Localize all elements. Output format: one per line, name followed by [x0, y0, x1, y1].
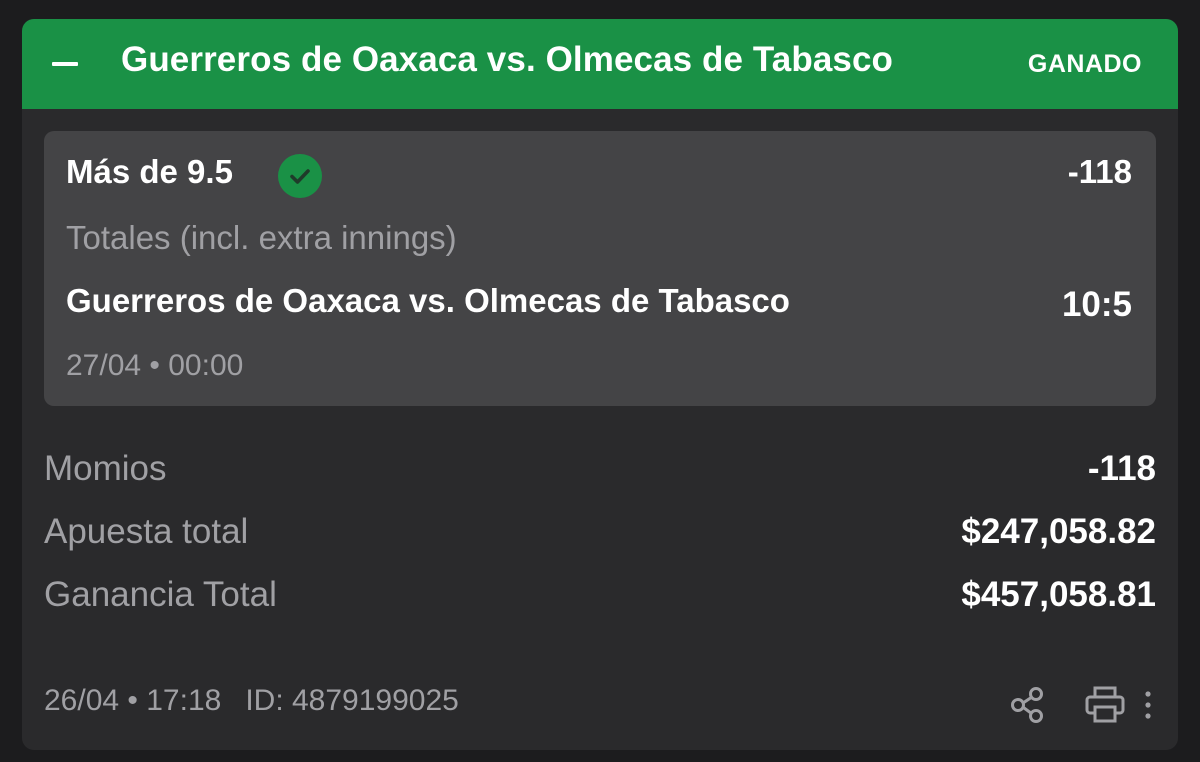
print-icon: [1085, 686, 1125, 723]
selection-name: Más de 9.5: [66, 153, 233, 190]
market-name: Totales (incl. extra innings): [66, 219, 457, 256]
bet-card: Guerreros de Oaxaca vs. Olmecas de Tabas…: [22, 19, 1178, 750]
header-title: Guerreros de Oaxaca vs. Olmecas de Tabas…: [121, 40, 894, 79]
placed-date: 26/04 • 17:18: [44, 684, 222, 717]
summary-label: Ganancia Total: [44, 575, 277, 614]
summary-label: Apuesta total: [44, 512, 249, 551]
selection-box: Más de 9.5 -118 Totales (incl. extra inn…: [44, 131, 1156, 406]
summary-row-odds: Momios -118: [44, 449, 1156, 493]
summary-label: Momios: [44, 449, 167, 488]
summary-row-stake: Apuesta total $247,058.82: [44, 512, 1156, 556]
event-name: Guerreros de Oaxaca vs. Olmecas de Tabas…: [66, 282, 790, 319]
more-vertical-icon: [1145, 691, 1151, 719]
bet-id: ID: 4879199025: [245, 684, 459, 717]
summary-value: -118: [1087, 449, 1156, 488]
bet-meta: 26/04 • 17:18 ID: 4879199025: [44, 684, 459, 718]
print-button[interactable]: [1083, 683, 1127, 727]
summary-value: $247,058.82: [961, 512, 1156, 551]
status-badge: GANADO: [1027, 50, 1142, 78]
event-date: 27/04 • 00:00: [66, 349, 244, 382]
collapse-button[interactable]: [44, 44, 90, 84]
minus-icon: [52, 62, 78, 66]
summary-value: $457,058.81: [961, 575, 1156, 614]
share-icon: [1011, 687, 1043, 723]
final-score: 10:5: [1061, 285, 1132, 324]
bet-header[interactable]: Guerreros de Oaxaca vs. Olmecas de Tabas…: [22, 19, 1178, 109]
share-button[interactable]: [1006, 683, 1050, 727]
more-options-button[interactable]: [1134, 683, 1162, 727]
selection-odds: -118: [1067, 153, 1132, 190]
summary-row-payout: Ganancia Total $457,058.81: [44, 575, 1156, 619]
check-circle-icon: [278, 154, 322, 198]
